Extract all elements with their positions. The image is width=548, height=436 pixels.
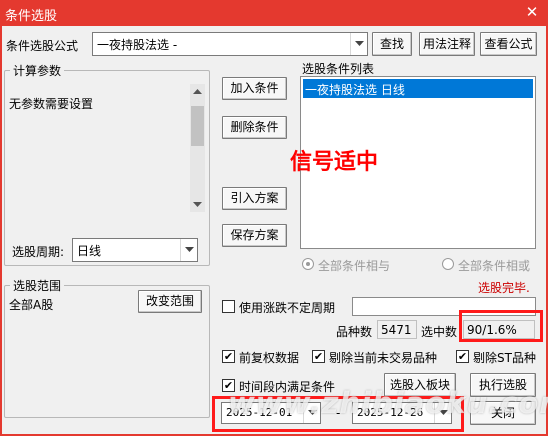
params-scrollbar[interactable] bbox=[190, 84, 205, 212]
period-combo-value: 日线 bbox=[77, 244, 102, 258]
watermark: www.zhibiaoku.com bbox=[228, 386, 548, 420]
variety-count-label: 品种数 bbox=[336, 325, 373, 339]
pre-adjust-label: 前复权数据 bbox=[239, 351, 300, 365]
scrollbar-thumb[interactable] bbox=[191, 106, 204, 146]
variety-count-box: 5471 bbox=[377, 320, 417, 339]
formula-combo-value: 一夜持股法选 - bbox=[97, 38, 178, 52]
unfixed-period-label: 使用涨跌不定周期 bbox=[239, 301, 336, 315]
add-condition-button[interactable]: 加入条件 bbox=[222, 77, 287, 100]
delete-condition-button[interactable]: 删除条件 bbox=[222, 116, 287, 139]
status-text: 选股完毕. bbox=[478, 281, 530, 295]
import-scheme-button[interactable]: 引入方案 bbox=[222, 187, 287, 210]
change-scope-button[interactable]: 改变范围 bbox=[138, 290, 202, 313]
pre-adjust-checkbox[interactable]: ✔ bbox=[222, 350, 235, 363]
chevron-down-icon[interactable] bbox=[180, 239, 197, 261]
chevron-up-icon[interactable] bbox=[190, 84, 205, 99]
chevron-down-icon[interactable] bbox=[190, 197, 205, 212]
logic-or-radio[interactable] bbox=[442, 258, 454, 270]
selected-count-label: 选中数 bbox=[421, 325, 458, 339]
formula-label: 条件选股公式 bbox=[6, 39, 79, 53]
period-combo[interactable]: 日线 bbox=[72, 238, 198, 262]
usage-notes-button[interactable]: 用法注释 bbox=[419, 32, 475, 56]
close-icon[interactable]: ✕ bbox=[522, 2, 542, 22]
period-label: 选股周期: bbox=[12, 245, 65, 259]
chevron-down-icon[interactable] bbox=[350, 33, 367, 55]
find-button[interactable]: 查找 bbox=[372, 32, 412, 56]
calc-params-text: 无参数需要设置 bbox=[9, 97, 94, 111]
unfixed-period-checkbox[interactable] bbox=[222, 300, 235, 313]
exclude-untraded-label: 剔除当前未交易品种 bbox=[329, 351, 438, 365]
variety-count-value: 5471 bbox=[381, 323, 412, 337]
view-formula-button[interactable]: 查看公式 bbox=[480, 32, 537, 56]
window-border-left bbox=[0, 26, 2, 436]
logic-and-label: 全部条件相与 bbox=[318, 259, 391, 273]
condition-list-item-text: 一夜持股法选 日线 bbox=[305, 83, 405, 97]
scope-value: 全部A股 bbox=[9, 298, 54, 312]
exclude-st-label: 剔除ST品种 bbox=[473, 351, 536, 365]
condition-list-item[interactable]: 一夜持股法选 日线 bbox=[303, 79, 533, 98]
condition-list-title: 选股条件列表 bbox=[302, 62, 375, 76]
logic-or-label: 全部条件相或 bbox=[458, 259, 531, 273]
selected-highlight-box bbox=[459, 310, 543, 342]
calc-params-title: 计算参数 bbox=[10, 62, 65, 79]
exclude-untraded-checkbox[interactable]: ✔ bbox=[312, 350, 325, 363]
scope-title: 选股范围 bbox=[10, 277, 65, 294]
signal-annotation: 信号适中 bbox=[290, 150, 379, 175]
exclude-st-checkbox[interactable]: ✔ bbox=[456, 350, 469, 363]
window-title: 条件选股 bbox=[5, 9, 58, 24]
formula-combo[interactable]: 一夜持股法选 - bbox=[92, 32, 368, 56]
title-bar: 条件选股 ✕ bbox=[0, 0, 548, 26]
save-scheme-button[interactable]: 保存方案 bbox=[222, 224, 287, 247]
logic-and-radio[interactable] bbox=[302, 258, 314, 270]
